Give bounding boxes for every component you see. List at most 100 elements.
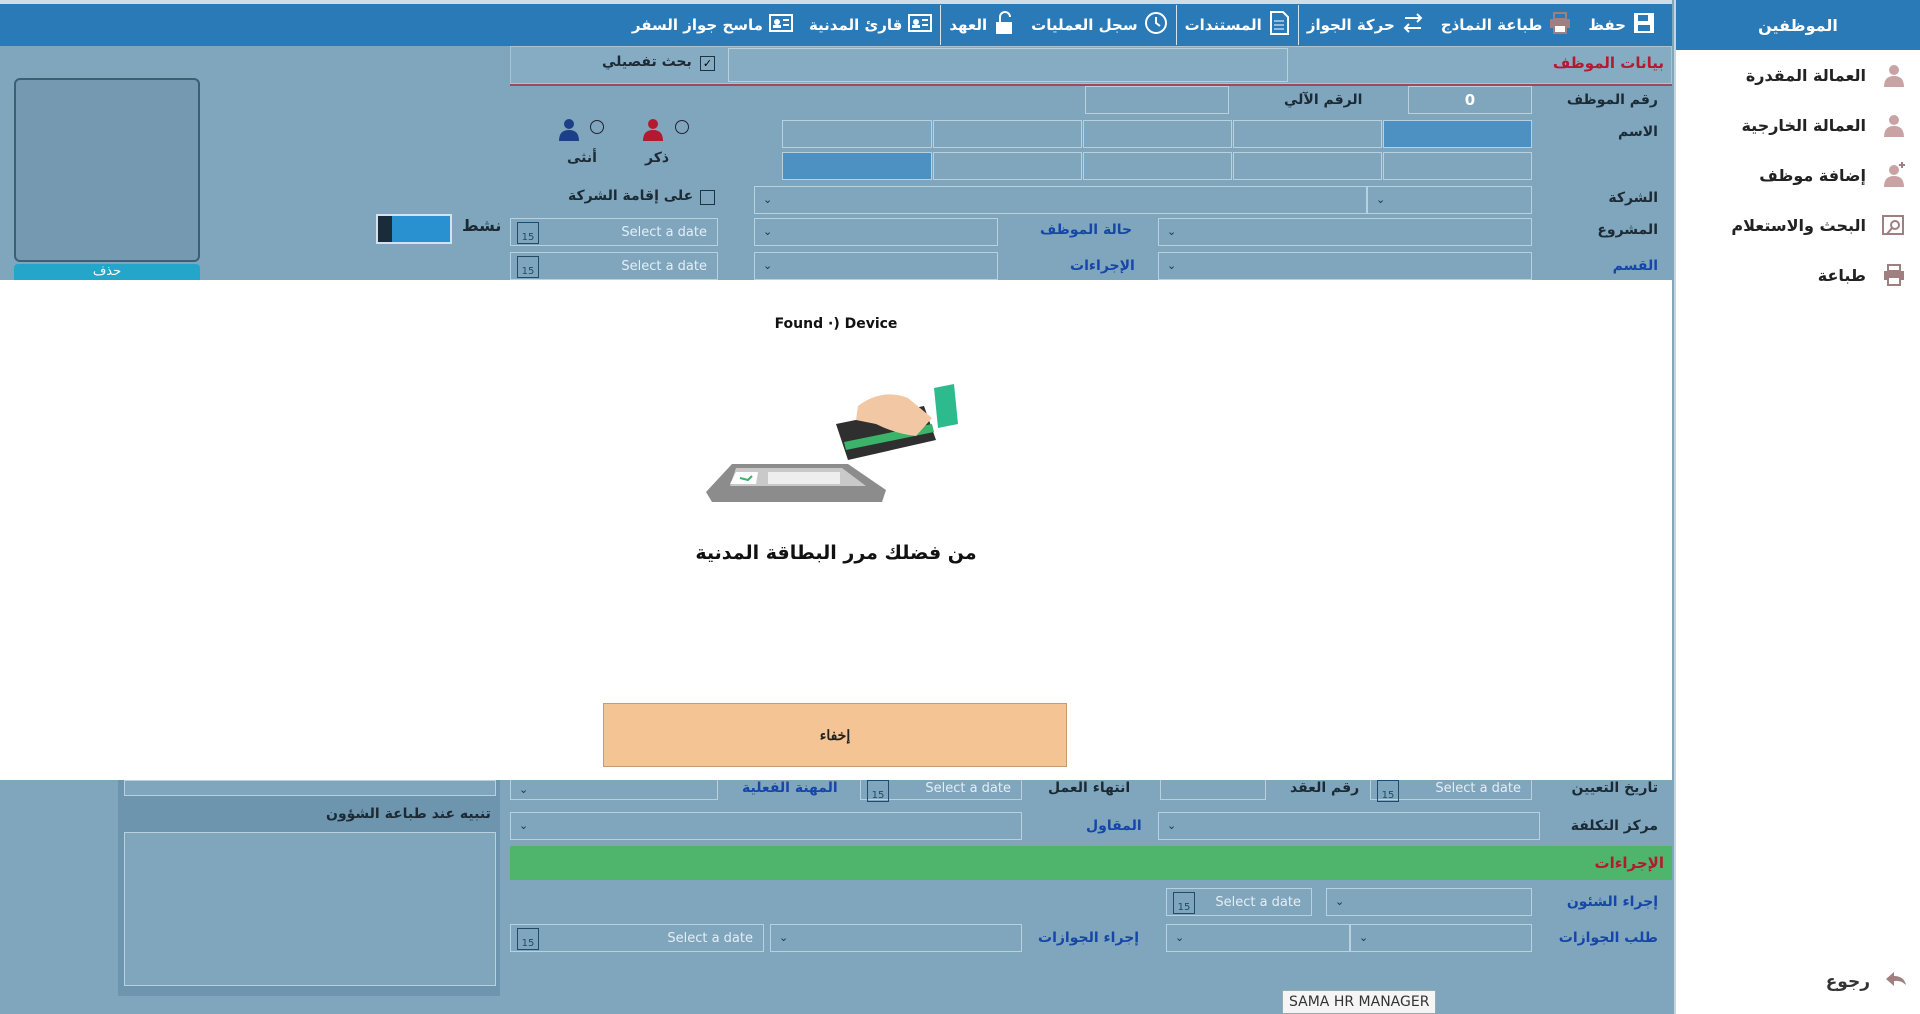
person-icon [1880,61,1908,89]
project-dropdown[interactable]: ⌄ [1158,218,1532,246]
delete-photo-button[interactable]: حذف [14,264,200,280]
name-en-field-2[interactable] [1233,152,1382,180]
passports-request-dropdown[interactable]: ⌄ [1350,924,1532,952]
toolbar-button-4[interactable]: سجل العمليات [1023,4,1175,46]
alert-print-label: تنبيه عند طباعة الشؤون [326,806,491,822]
section-title: بيانات الموظف [1552,54,1664,72]
sidebar-item-3[interactable]: البحث والاستعلام [1676,200,1920,250]
name-field-3[interactable] [1083,120,1232,148]
swipe-card-instruction: من فضلك مرر البطاقة المدنية [695,542,977,564]
header-search-box[interactable] [728,48,1288,82]
department-label: القسم [1612,258,1658,274]
calendar-icon: 15 [517,928,539,950]
toolbar-button-3[interactable]: المستندات [1177,4,1298,46]
toolbar-button-0[interactable]: حفظ [1580,4,1664,46]
id-card-icon [768,13,793,37]
affairs-procedure-dropdown[interactable]: ⌄ [1326,888,1532,916]
card-reader-dialog: Found ·) Device من فضلك مرر البطاقة المد… [0,280,1672,780]
name-en-field-3[interactable] [1083,152,1232,180]
calendar-icon: 15 [867,780,889,802]
procedures-section-title: الإجراءات [1594,854,1664,872]
female-label: أنثى [567,150,597,166]
auto-no-label: الرقم الآلي [1284,92,1363,108]
search-person-icon [1880,211,1908,239]
passports-procedure-label: إجراء الجوازات [1038,930,1140,946]
contract-no-label: رقم العقد [1290,780,1360,796]
employee-no-input[interactable]: 0 [1408,86,1532,114]
advanced-search-checkbox[interactable]: ✓ [700,56,715,71]
passports-request-status-dropdown[interactable]: ⌄ [1166,924,1350,952]
app-name-tag: SAMA HR MANAGER [1282,990,1437,1014]
toolbar-button-label: طباعة النماذج [1440,16,1543,34]
actual-profession-label: المهنة الفعلية [742,780,838,796]
toolbar-button-label: حفظ [1588,16,1626,34]
auto-no-input[interactable] [1085,86,1229,114]
toolbar-button-1[interactable]: طباعة النماذج [1433,4,1581,46]
toolbar-button-label: قارئ المدنية [808,16,903,34]
status-date-picker[interactable]: 15 Select a date [510,218,718,246]
sidebar-item-label: العمالة الخارجية [1741,115,1866,135]
procedures-date-picker[interactable]: 15 Select a date [510,252,718,280]
procedures-dropdown[interactable]: ⌄ [754,252,998,280]
male-label: ذكر [645,150,670,166]
name-field-2[interactable] [1233,120,1382,148]
add-person-icon [1880,161,1908,189]
contractor-label: المقاول [1086,818,1142,834]
employee-photo[interactable] [14,78,200,262]
employee-status-dropdown[interactable]: ⌄ [754,218,998,246]
passports-procedure-dropdown[interactable]: ⌄ [770,924,1022,952]
clock-icon [1144,11,1168,39]
active-toggle[interactable] [376,214,452,244]
back-label: رجوع [1825,971,1870,992]
passports-date-picker[interactable]: 15 Select a date [510,924,764,952]
company-residence-checkbox[interactable] [700,190,715,205]
name-label: الاسم [1618,124,1658,140]
appointment-date-label: تاريخ التعيين [1571,780,1659,796]
company-branch-dropdown[interactable]: ⌄ [754,186,1367,214]
notes-top-field[interactable] [124,780,496,796]
name-en-field-4[interactable] [933,152,1082,180]
toolbar-button-2[interactable]: حركة الجواز [1299,4,1433,46]
contractor-dropdown[interactable]: ⌄ [510,812,1022,840]
sidebar-item-label: البحث والاستعلام [1731,215,1866,235]
employee-status-label: حالة الموظف [1040,222,1133,238]
hide-button[interactable]: إخفاء [603,703,1067,767]
top-toolbar: حفظ طباعة النماذج حركة الجواز المستندات سجل … [0,0,1672,46]
toolbar-button-7[interactable]: ماسح جواز السفر [624,4,801,46]
card-swipe-illustration [706,384,966,528]
back-button[interactable]: رجوع [1826,969,1908,994]
female-radio[interactable] [590,120,604,134]
procedures-label: الإجراءات [1070,258,1135,274]
id-card-icon [908,13,933,37]
passports-request-label: طلب الجوازات [1558,930,1658,946]
name-field-5[interactable] [782,120,932,148]
work-end-label: انتهاء العمل [1048,780,1131,796]
name-en-field-1[interactable] [1383,152,1532,180]
name-en-field-5[interactable] [782,152,932,180]
toolbar-button-6[interactable]: قارئ المدنية [801,4,940,46]
toolbar-button-label: المستندات [1184,16,1262,34]
sidebar-item-1[interactable]: العمالة الخارجية [1676,100,1920,150]
alert-notes-textarea[interactable] [124,832,496,986]
toolbar-button-5[interactable]: العهد [941,4,1023,46]
department-dropdown[interactable]: ⌄ [1158,252,1532,280]
sidebar-item-0[interactable]: العمالة المقدرة [1676,50,1920,100]
male-icon [640,116,666,146]
company-dropdown[interactable]: ⌄ [1367,186,1532,214]
back-arrow-icon [1884,969,1908,994]
document-icon [1268,11,1290,39]
sidebar: الموظفين العمالة المقدرة العمالة الخارجية… [1674,0,1920,1014]
sidebar-item-4[interactable]: طباعة [1676,250,1920,300]
sidebar-item-label: طباعة [1817,265,1866,285]
toolbar-button-label: العهد [949,16,988,34]
name-field-1[interactable] [1383,120,1532,148]
toolbar-button-label: ماسح جواز السفر [631,16,763,34]
cost-center-dropdown[interactable]: ⌄ [1158,812,1540,840]
affairs-date-picker[interactable]: 15 Select a date [1166,888,1312,916]
procedures-section-bar [510,846,1672,880]
save-icon [1632,11,1656,39]
male-radio[interactable] [675,120,689,134]
female-icon [556,116,582,146]
name-field-4[interactable] [933,120,1082,148]
sidebar-item-2[interactable]: إضافة موظف [1676,150,1920,200]
